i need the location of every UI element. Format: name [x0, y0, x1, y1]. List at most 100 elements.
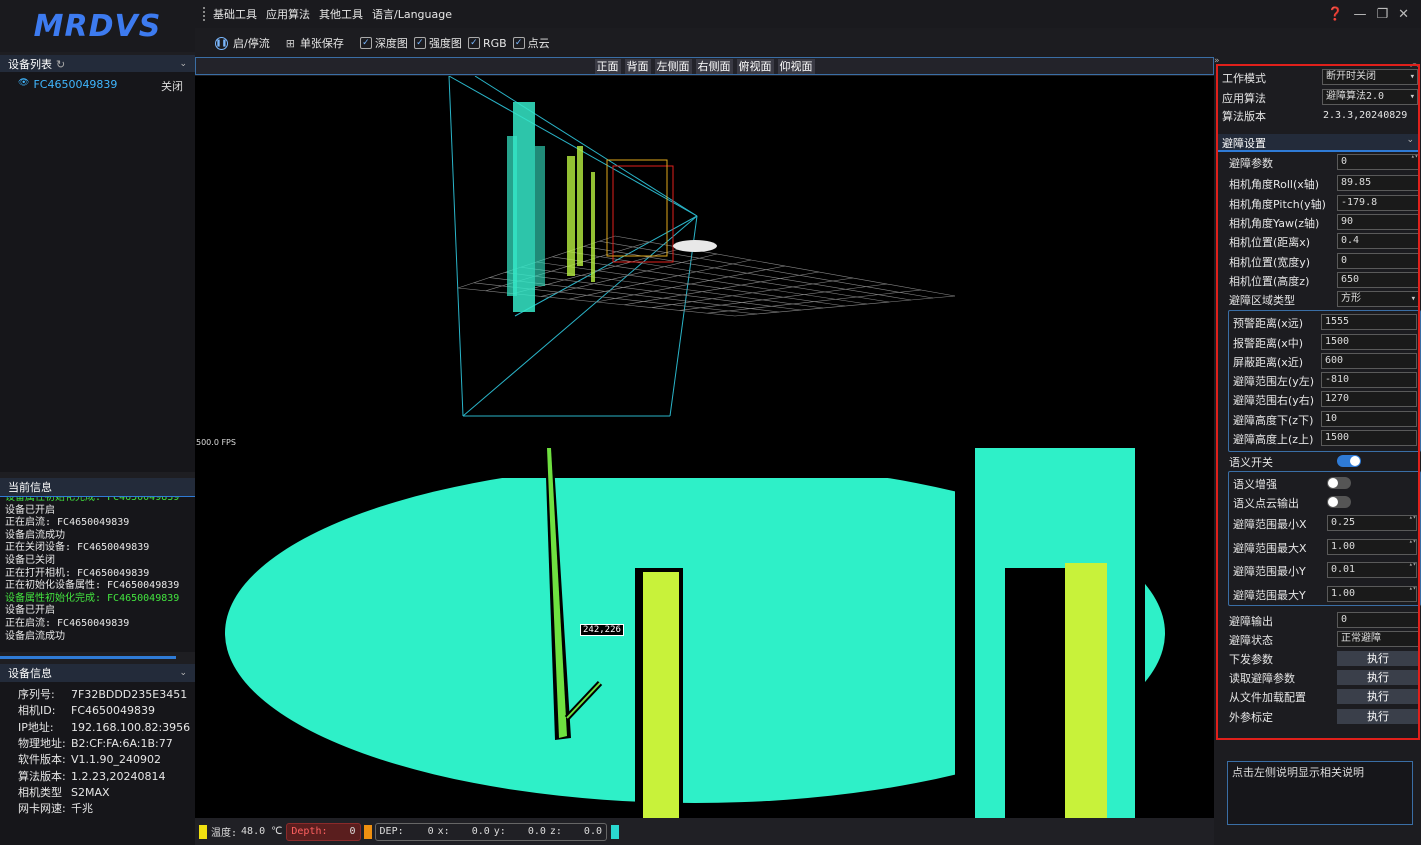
depth-canvas[interactable]	[195, 448, 1214, 818]
range-input[interactable]: 1.00	[1327, 539, 1417, 555]
range-input[interactable]: 0.25	[1327, 515, 1417, 531]
param-row-label: 相机位置(距离x)	[1229, 235, 1311, 249]
grip-handle[interactable]	[203, 7, 207, 21]
log-lines: 设备属性初始化完成: FC4650049839 设备已开启 正在启流: FC4650…	[0, 497, 195, 643]
param-row-label: 相机角度Roll(x轴)	[1229, 177, 1320, 191]
algo-select[interactable]: 避障算法2.0	[1322, 89, 1418, 105]
region-row-label: 避障范围右(y右)	[1233, 393, 1315, 407]
view-right-button[interactable]: 右侧面	[695, 58, 733, 74]
output-field[interactable]: 0	[1337, 612, 1419, 628]
start-stop-label: 启/停流	[233, 37, 270, 50]
range-row: 避障范围最小X 0.25	[1214, 514, 1421, 533]
log-line: 正在启流: FC4650049839	[5, 617, 130, 629]
view-left-button[interactable]: 左侧面	[654, 58, 692, 74]
log-line: 设备启流成功	[5, 529, 65, 541]
pointcloud-view[interactable]	[195, 76, 1214, 448]
menu-basic-tools[interactable]: 基础工具	[213, 6, 257, 22]
toggle-knob	[1350, 456, 1360, 466]
point-cluster-yellow	[567, 146, 595, 282]
param-input[interactable]: -179.8	[1337, 195, 1419, 211]
param-row: 相机位置(高度z) 650	[1214, 271, 1421, 290]
action-row-label: 读取避障参数	[1229, 671, 1295, 685]
help-icon[interactable]: ❓	[1327, 7, 1343, 22]
temp-label: 温度:	[211, 828, 238, 839]
current-info-header[interactable]: 当前信息	[0, 478, 195, 498]
range-row-label: 避障范围最小X	[1233, 517, 1307, 531]
chevron-down-icon[interactable]: ⌄	[179, 59, 187, 69]
menu-other-tools[interactable]: 其他工具	[319, 6, 363, 22]
depth-view[interactable]	[195, 448, 1214, 818]
checkbox-pointcloud[interactable]: ✓ 点云	[512, 35, 550, 51]
progress-bar	[0, 656, 176, 659]
minimize-button[interactable]: —	[1353, 7, 1366, 22]
param-input[interactable]: 90	[1337, 214, 1419, 230]
close-button[interactable]: ✕	[1398, 7, 1409, 22]
view-back-button[interactable]: 背面	[624, 58, 651, 74]
state-field[interactable]: 正常避障	[1337, 631, 1419, 647]
region-row-label: 报警距离(x中)	[1233, 336, 1304, 350]
device-info-value: S2MAX	[71, 785, 110, 799]
pause-icon: ❚❚	[215, 36, 228, 50]
checkbox-intensity[interactable]: ✓ 强度图	[413, 35, 462, 51]
menu-language[interactable]: 语言/Language	[372, 6, 452, 22]
pointcloud-canvas[interactable]	[195, 76, 1214, 448]
menu-app-algo[interactable]: 应用算法	[266, 6, 310, 22]
log-line: 设备已关闭	[5, 554, 55, 566]
chevron-down-icon[interactable]: ⌄	[1406, 135, 1414, 145]
pole-center	[643, 572, 679, 818]
region-input[interactable]: -810	[1321, 372, 1417, 388]
view-bottom-button[interactable]: 仰视面	[777, 58, 815, 74]
region-input[interactable]: 1500	[1321, 430, 1417, 446]
param-input[interactable]: 0	[1337, 154, 1419, 170]
param-row-label: 相机位置(高度z)	[1229, 274, 1310, 288]
device-info-value: 7F32BDDD235E3451	[71, 688, 188, 701]
range-row-label: 避障范围最大Y	[1233, 588, 1306, 602]
param-input[interactable]: 0.4	[1337, 233, 1419, 249]
start-stop-button[interactable]: ❚❚ 启/停流	[215, 35, 270, 51]
device-info-header[interactable]: 设备信息 ⌄	[0, 664, 195, 684]
region-input[interactable]: 1555	[1321, 314, 1417, 330]
eye-icon[interactable]: 👁	[18, 78, 29, 94]
semantic-switch-toggle[interactable]	[1337, 455, 1361, 467]
device-list-item[interactable]: 👁 FC4650049839 关闭	[18, 78, 183, 94]
param-row: 相机角度Yaw(z轴) 90	[1214, 213, 1421, 232]
region-input[interactable]: 1270	[1321, 391, 1417, 407]
action-row: 下发参数 执行	[1214, 649, 1421, 668]
toggle-knob	[1328, 478, 1338, 488]
execute-button[interactable]: 执行	[1337, 670, 1419, 685]
avoid-settings-title: 避障设置	[1222, 137, 1266, 150]
region-row: 报警距离(x中) 1500	[1214, 333, 1421, 352]
range-input[interactable]: 0.01	[1327, 562, 1417, 578]
param-input[interactable]: 650	[1337, 272, 1419, 288]
refresh-icon[interactable]: ↻	[56, 58, 65, 71]
region-row-label: 屏蔽距离(x近)	[1233, 355, 1304, 369]
robot-model	[673, 240, 717, 252]
work-mode-select[interactable]: 断开时关闭	[1322, 69, 1418, 85]
region-input[interactable]: 10	[1321, 411, 1417, 427]
chevron-down-icon[interactable]: ⌄	[179, 668, 187, 678]
region-row: 避障高度上(z上) 1500	[1214, 429, 1421, 448]
view-top-button[interactable]: 俯视面	[736, 58, 774, 74]
range-row: 避障范围最大X 1.00	[1214, 538, 1421, 557]
execute-button[interactable]: 执行	[1337, 651, 1419, 666]
avoid-settings-header[interactable]: 避障设置 ⌄	[1216, 134, 1420, 152]
range-input[interactable]: 1.00	[1327, 586, 1417, 602]
device-info-value: 1.2.23,20240814	[71, 769, 166, 783]
log-line: 正在启流: FC4650049839	[5, 517, 130, 529]
execute-button[interactable]: 执行	[1337, 709, 1419, 724]
semantic-toggle[interactable]	[1327, 496, 1351, 508]
param-input[interactable]: 0	[1337, 253, 1419, 269]
region-type-select[interactable]: 方形	[1337, 291, 1419, 307]
save-single-button[interactable]: ⊞ 单张保存	[286, 35, 344, 51]
checkbox-rgb[interactable]: ✓ RGB	[467, 37, 507, 50]
checkbox-depth[interactable]: ✓ 深度图	[359, 35, 408, 51]
region-input[interactable]: 600	[1321, 353, 1417, 369]
region-input[interactable]: 1500	[1321, 334, 1417, 350]
param-input[interactable]: 89.85	[1337, 175, 1419, 191]
semantic-row: 语义点云输出	[1214, 493, 1421, 512]
maximize-button[interactable]: ❐	[1376, 7, 1388, 22]
view-front-button[interactable]: 正面	[594, 58, 621, 74]
dep-value: 0	[427, 826, 434, 837]
semantic-toggle[interactable]	[1327, 477, 1351, 489]
execute-button[interactable]: 执行	[1337, 689, 1419, 704]
